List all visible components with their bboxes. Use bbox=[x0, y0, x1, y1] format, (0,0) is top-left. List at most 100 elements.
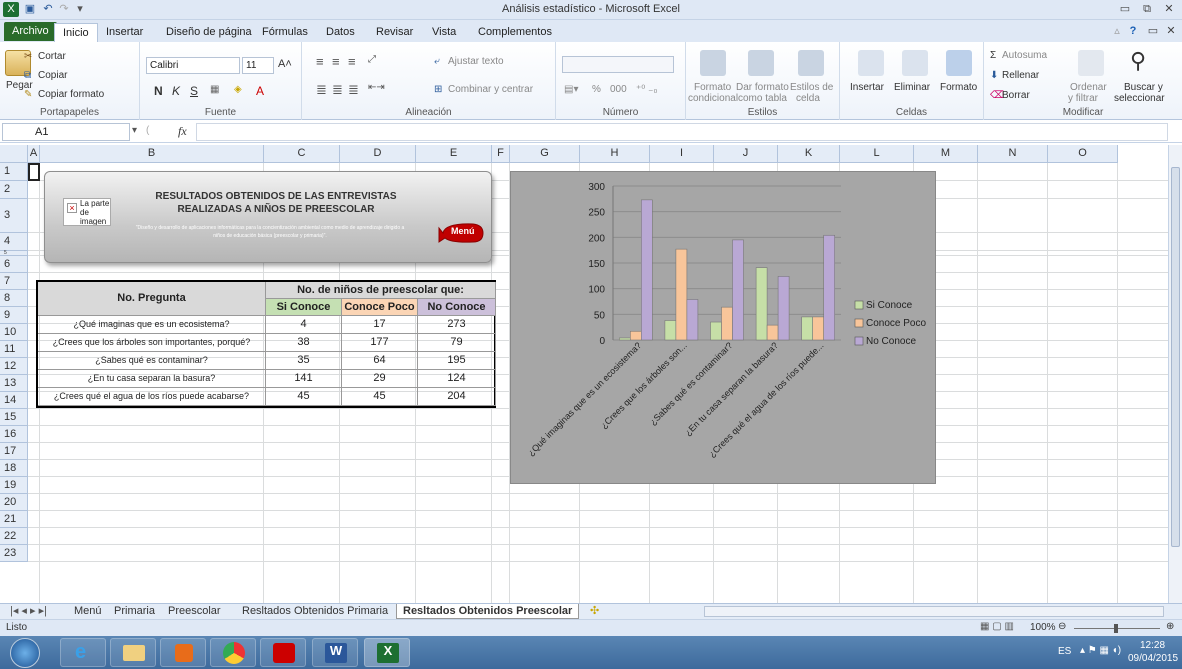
row-header-8[interactable]: 8 bbox=[0, 290, 28, 307]
language-indicator[interactable]: ES bbox=[1058, 646, 1071, 657]
align-bottom-icon[interactable]: ≡ bbox=[348, 54, 356, 69]
italic-button[interactable]: K bbox=[172, 84, 180, 98]
sort-filter-button-line2[interactable]: y filtrar bbox=[1068, 93, 1098, 104]
indent-icon[interactable]: ⇤⇥ bbox=[368, 82, 385, 93]
bold-button[interactable]: N bbox=[154, 84, 163, 98]
decimal-icons[interactable]: ⁺⁰ ₋₀ bbox=[636, 84, 658, 95]
active-cell-a1[interactable] bbox=[28, 163, 40, 181]
value-cell[interactable]: 45 bbox=[266, 388, 342, 406]
zoom-in-icon[interactable]: ⊕ bbox=[1166, 621, 1174, 632]
cancel-entry-icon[interactable]: ( bbox=[146, 125, 149, 136]
zoom-out-icon[interactable]: ⊖ bbox=[1058, 621, 1066, 632]
value-cell[interactable]: 177 bbox=[342, 334, 418, 352]
merge-center-button[interactable]: Combinar y centrar bbox=[448, 84, 533, 95]
tab-complementos[interactable]: Complementos bbox=[470, 23, 560, 42]
insert-function-icon[interactable]: fx bbox=[178, 124, 187, 139]
row-header-23[interactable]: 23 bbox=[0, 545, 28, 562]
find-select-button-line2[interactable]: seleccionar bbox=[1114, 93, 1165, 104]
value-cell[interactable]: 29 bbox=[342, 370, 418, 388]
value-cell[interactable]: 204 bbox=[418, 388, 496, 406]
autosum-button[interactable]: Autosuma bbox=[1002, 50, 1047, 61]
row-header-13[interactable]: 13 bbox=[0, 375, 28, 392]
col-header-0[interactable]: Si Conoce bbox=[266, 299, 342, 316]
tab-insertar[interactable]: Insertar bbox=[98, 23, 151, 42]
font-size-select[interactable]: 11 bbox=[242, 57, 274, 74]
borders-icon[interactable]: ▦ bbox=[210, 84, 219, 95]
font-color-icon[interactable]: A bbox=[256, 84, 264, 98]
clock-time[interactable]: 12:28 bbox=[1140, 640, 1165, 651]
column-header-e[interactable]: E bbox=[416, 145, 492, 163]
row-header-1[interactable]: 1 bbox=[0, 163, 28, 181]
column-header-b[interactable]: B bbox=[40, 145, 264, 163]
tray-icons[interactable]: ▴ ⚑ ▦ ◖) bbox=[1080, 645, 1121, 656]
format-table-button[interactable]: Dar formato bbox=[736, 82, 789, 93]
name-box[interactable]: A1 bbox=[2, 123, 130, 141]
row-header-18[interactable]: 18 bbox=[0, 460, 28, 477]
column-header-n[interactable]: N bbox=[978, 145, 1048, 163]
underline-button[interactable]: S bbox=[190, 84, 198, 98]
value-cell[interactable]: 273 bbox=[418, 316, 496, 334]
row-header-11[interactable]: 11 bbox=[0, 341, 28, 358]
vertical-scroll-thumb[interactable] bbox=[1171, 167, 1180, 547]
tab-formulas[interactable]: Fórmulas bbox=[254, 23, 316, 42]
question-cell[interactable]: ¿Crees qué el agua de los ríos puede aca… bbox=[38, 388, 266, 406]
conditional-format-button[interactable]: Formato bbox=[694, 82, 731, 93]
header-group[interactable]: No. de niños de preescolar que: bbox=[266, 282, 496, 299]
wrap-text-button[interactable]: Ajustar texto bbox=[448, 56, 504, 67]
value-cell[interactable]: 64 bbox=[342, 352, 418, 370]
font-name-select[interactable]: Calibri bbox=[146, 57, 240, 74]
row-header-17[interactable]: 17 bbox=[0, 443, 28, 460]
worksheet-grid[interactable]: ABCDEFGHIJKLMNO 1 2 3 4 5 6 7 8 9 10 11 12 13 14 15 16 1… bbox=[0, 145, 1168, 603]
align-middle-icon[interactable]: ≡ bbox=[332, 54, 340, 69]
conditional-format-button-line2[interactable]: condicional bbox=[688, 93, 738, 104]
tab-revisar[interactable]: Revisar bbox=[368, 23, 421, 42]
value-cell[interactable]: 141 bbox=[266, 370, 342, 388]
row-header-15[interactable]: 15 bbox=[0, 409, 28, 426]
name-box-dropdown-icon[interactable]: ▾ bbox=[132, 125, 137, 136]
column-header-l[interactable]: L bbox=[840, 145, 914, 163]
clock-date[interactable]: 09/04/2015 bbox=[1128, 653, 1178, 664]
tab-diseno-pagina[interactable]: Diseño de página bbox=[158, 23, 260, 42]
value-cell[interactable]: 35 bbox=[266, 352, 342, 370]
cut-button[interactable]: Cortar bbox=[38, 51, 66, 62]
restore-icon[interactable]: ⧉ bbox=[1138, 2, 1156, 17]
align-right-icon[interactable]: ≣ bbox=[348, 82, 359, 98]
clear-button[interactable]: Borrar bbox=[1002, 90, 1030, 101]
orientation-icon[interactable]: ⤢ bbox=[368, 54, 376, 65]
question-cell[interactable]: ¿Sabes qué es contaminar? bbox=[38, 352, 266, 370]
zoom-level[interactable]: 100% bbox=[1030, 622, 1056, 633]
header-question[interactable]: No. Pregunta bbox=[38, 282, 266, 316]
grow-font-icon[interactable]: A˄ bbox=[278, 58, 292, 70]
column-header-m[interactable]: M bbox=[914, 145, 978, 163]
row-header-22[interactable]: 22 bbox=[0, 528, 28, 545]
sort-filter-button[interactable]: Ordenar bbox=[1070, 82, 1107, 93]
column-header-c[interactable]: C bbox=[264, 145, 340, 163]
col-header-1[interactable]: Conoce Poco bbox=[342, 299, 418, 316]
column-header-o[interactable]: O bbox=[1048, 145, 1118, 163]
tab-inicio[interactable]: Inicio bbox=[54, 23, 98, 42]
value-cell[interactable]: 4 bbox=[266, 316, 342, 334]
sheet-tab-1[interactable]: Primaria bbox=[108, 604, 161, 619]
row-header-7[interactable]: 7 bbox=[0, 273, 28, 290]
sheet-tab-4[interactable]: Resltados Obtenidos Preescolar bbox=[396, 604, 580, 619]
tab-vista[interactable]: Vista bbox=[424, 23, 464, 42]
excel-taskbar-icon[interactable]: X bbox=[364, 638, 410, 667]
column-header-f[interactable]: F bbox=[492, 145, 510, 163]
delete-cells-button[interactable]: Eliminar bbox=[894, 82, 930, 93]
column-header-j[interactable]: J bbox=[714, 145, 778, 163]
word-taskbar-icon[interactable]: W bbox=[312, 638, 358, 667]
cell-styles-button[interactable]: Estilos de bbox=[790, 82, 833, 93]
sheet-tab-2[interactable]: Preescolar bbox=[162, 604, 227, 619]
row-header-19[interactable]: 19 bbox=[0, 477, 28, 494]
chrome-taskbar-icon[interactable] bbox=[210, 638, 256, 667]
view-normal-icon[interactable]: ▦ ▢ ▥ bbox=[980, 621, 1014, 632]
row-header-10[interactable]: 10 bbox=[0, 324, 28, 341]
sheet-tab-3[interactable]: Resltados Obtenidos Primaria bbox=[236, 604, 394, 619]
cell-styles-button-line2[interactable]: celda bbox=[796, 93, 820, 104]
row-header-4[interactable]: 4 bbox=[0, 233, 28, 251]
row-header-16[interactable]: 16 bbox=[0, 426, 28, 443]
format-table-button-line2[interactable]: como tabla bbox=[738, 93, 787, 104]
doc-close-icon[interactable]: ✕ bbox=[1162, 24, 1180, 39]
help-icon[interactable]: ? bbox=[1124, 24, 1142, 39]
currency-icon[interactable]: ▤▾ bbox=[564, 84, 578, 95]
